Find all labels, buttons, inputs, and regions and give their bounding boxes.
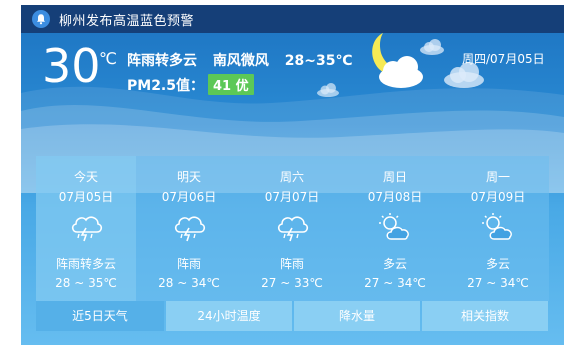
partly-cloudy-icon (482, 213, 512, 240)
alert-bar[interactable]: 柳州发布高温蓝色预警 (21, 5, 564, 33)
thunder-rain-icon (71, 216, 103, 242)
day-name: 明天 (176, 170, 201, 184)
day-date: 07月09日 (470, 190, 526, 204)
forecast-day[interactable]: 周六 07月07日 阵雨 27 ~ 33℃ (242, 156, 342, 301)
tab-bar: 近5日天气 24小时温度 降水量 相关指数 (36, 301, 549, 331)
bell-icon (32, 10, 50, 28)
temperature-unit: ℃ (99, 49, 117, 68)
day-temperature-range: 28 ~ 34℃ (158, 276, 220, 290)
tab-5day-weather[interactable]: 近5日天气 (36, 301, 164, 331)
tab-precipitation[interactable]: 降水量 (294, 301, 420, 331)
day-name: 周六 (279, 170, 304, 184)
current-wind: 南风微风 (212, 53, 269, 69)
day-description: 阵雨转多云 (55, 257, 116, 271)
day-temperature-range: 27 ~ 34℃ (467, 276, 529, 290)
day-date: 07月05日 (58, 190, 114, 204)
forecast-panel: 今天 07月05日 阵雨转多云 28 ~ 35℃ 明天 07月06日 阵雨 28… (36, 156, 549, 301)
pm25-label: PM2.5值： (127, 77, 204, 94)
day-description: 阵雨 (279, 257, 304, 271)
forecast-day[interactable]: 周日 07月08日 多云 27 ~ 34℃ (345, 156, 445, 301)
day-date: 07月08日 (367, 190, 423, 204)
forecast-day[interactable]: 今天 07月05日 阵雨转多云 28 ~ 35℃ (36, 156, 136, 301)
day-date: 07月07日 (264, 190, 320, 204)
alert-text[interactable]: 柳州发布高温蓝色预警 (59, 10, 194, 29)
current-condition: 阵雨转多云 (127, 53, 197, 69)
forecast-day[interactable]: 明天 07月06日 阵雨 28 ~ 34℃ (139, 156, 239, 301)
current-range: 28~35℃ (284, 53, 353, 69)
pm25-line: PM2.5值： 41 优 (127, 74, 254, 95)
aqi-badge: 41 优 (208, 74, 254, 95)
day-description: 多云 (382, 257, 407, 271)
day-temperature-range: 28 ~ 35℃ (55, 276, 117, 290)
day-temperature-range: 27 ~ 34℃ (364, 276, 426, 290)
tab-24h-temperature[interactable]: 24小时温度 (166, 301, 292, 331)
day-name: 周日 (382, 170, 407, 184)
current-description: 阵雨转多云 南风微风 28~35℃ (127, 50, 363, 70)
cloud-icon (317, 83, 339, 97)
day-description: 阵雨 (176, 257, 201, 271)
weather-widget: 柳州发布高温蓝色预警 30 ℃ 阵雨转多云 南风微风 28~35℃ PM2.5值… (21, 5, 564, 345)
current-temperature: 30 (42, 39, 101, 93)
cloud-icon (420, 39, 444, 55)
day-name: 今天 (73, 170, 98, 184)
thunder-rain-icon (174, 216, 206, 242)
current-date: 周四/07月05日 (462, 52, 545, 66)
day-date: 07月06日 (161, 190, 217, 204)
day-temperature-range: 27 ~ 33℃ (261, 276, 323, 290)
day-name: 周一 (485, 170, 510, 184)
tab-related-index[interactable]: 相关指数 (422, 301, 548, 331)
forecast-day[interactable]: 周一 07月09日 多云 27 ~ 34℃ (448, 156, 548, 301)
partly-cloudy-icon (379, 213, 409, 240)
thunder-rain-icon (277, 216, 309, 242)
day-description: 多云 (485, 257, 510, 271)
